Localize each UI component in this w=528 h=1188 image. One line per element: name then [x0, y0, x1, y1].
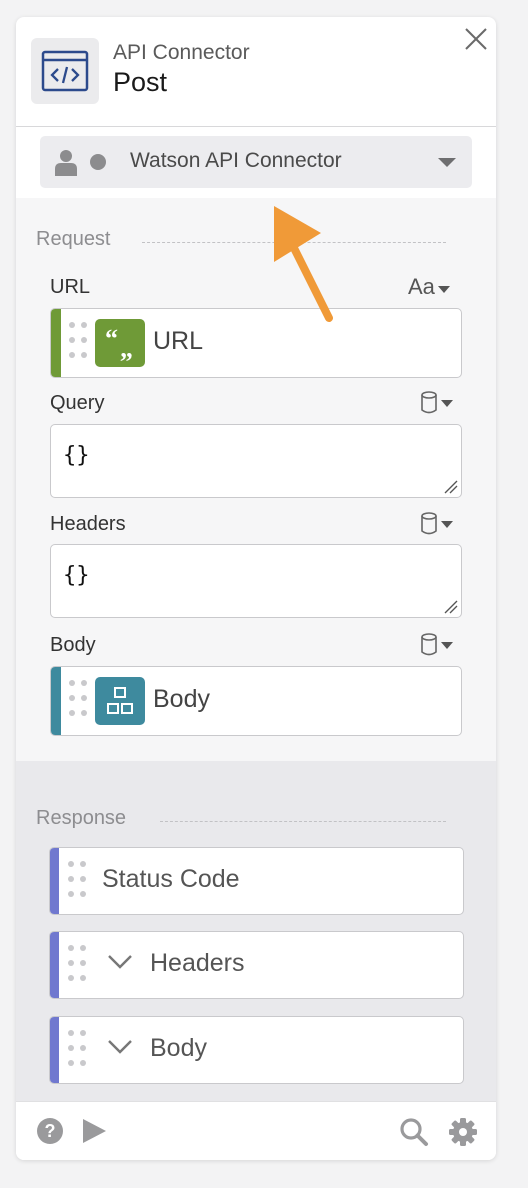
database-icon	[421, 391, 437, 414]
response-accent-bar	[50, 848, 59, 914]
headers-value: {}	[63, 563, 90, 588]
chevron-down-icon[interactable]	[106, 952, 134, 972]
response-accent-bar	[50, 1017, 59, 1083]
query-data-button[interactable]	[420, 391, 453, 415]
code-window-icon	[31, 38, 99, 104]
user-icon	[55, 150, 77, 176]
body-token-label: Body	[153, 685, 210, 713]
play-icon[interactable]	[80, 1117, 108, 1145]
body-data-button[interactable]	[420, 633, 453, 657]
caret-down-icon	[441, 399, 453, 407]
url-accent-bar	[51, 309, 61, 377]
drag-handle-icon[interactable]	[69, 322, 89, 364]
headers-label: Headers	[50, 513, 126, 535]
caret-down-icon	[441, 520, 453, 528]
chevron-down-icon	[438, 158, 456, 167]
headers-data-button[interactable]	[420, 512, 453, 536]
api-connector-panel: API Connector Post Watson API Connector …	[16, 17, 496, 1160]
resize-handle-icon[interactable]	[444, 480, 458, 494]
search-icon[interactable]	[399, 1117, 429, 1147]
text-format-button[interactable]: Aa	[408, 274, 450, 300]
response-accent-bar	[50, 932, 59, 998]
close-icon	[465, 28, 487, 50]
query-value: {}	[63, 443, 90, 468]
url-token-label: URL	[153, 327, 204, 355]
drag-handle-icon[interactable]	[68, 861, 88, 903]
help-icon[interactable]: ?	[36, 1117, 64, 1145]
caret-down-icon	[437, 286, 450, 294]
account-select[interactable]: Watson API Connector	[40, 136, 472, 188]
panel-footer: ?	[16, 1101, 496, 1160]
app-title: API Connector	[113, 41, 250, 64]
request-section-title: Request	[36, 228, 111, 250]
url-label: URL	[50, 276, 91, 298]
body-input[interactable]: Body	[50, 666, 462, 736]
response-item-label: Headers	[150, 949, 245, 977]
account-status-dot	[90, 154, 106, 170]
action-title: Post	[113, 67, 168, 97]
svg-text:“: “	[105, 324, 118, 353]
database-icon	[421, 633, 437, 656]
account-name: Watson API Connector	[130, 149, 342, 172]
panel-header: API Connector Post	[16, 17, 496, 127]
drag-handle-icon[interactable]	[69, 680, 89, 722]
svg-text:?: ?	[45, 1121, 56, 1141]
response-status-code[interactable]: Status Code	[49, 847, 464, 915]
chevron-down-icon[interactable]	[106, 1037, 134, 1057]
headers-editor[interactable]: {}	[50, 544, 462, 618]
response-item-label: Status Code	[102, 865, 240, 893]
svg-text:„: „	[120, 334, 133, 363]
account-area: Watson API Connector	[16, 128, 496, 198]
text-format-label: Aa	[408, 274, 435, 299]
request-section: Request URL Aa “ „ URL Query {} Headers …	[16, 198, 496, 761]
arrow-icon	[274, 206, 333, 322]
query-label: Query	[50, 392, 105, 414]
caret-down-icon	[441, 641, 453, 649]
text-quote-icon: “ „	[95, 319, 145, 367]
drag-handle-icon[interactable]	[68, 945, 88, 987]
response-headers[interactable]: Headers	[49, 931, 464, 999]
response-section: Response Status Code Headers Body	[16, 761, 496, 1101]
section-divider	[160, 821, 446, 822]
resize-handle-icon[interactable]	[444, 600, 458, 614]
response-item-label: Body	[150, 1034, 207, 1062]
body-label: Body	[50, 634, 96, 656]
body-accent-bar	[51, 667, 61, 735]
url-input[interactable]: “ „ URL	[50, 308, 462, 378]
object-grid-icon	[95, 677, 145, 725]
query-editor[interactable]: {}	[50, 424, 462, 498]
drag-handle-icon[interactable]	[68, 1030, 88, 1072]
database-icon	[421, 512, 437, 535]
close-button[interactable]	[462, 25, 490, 53]
response-body[interactable]: Body	[49, 1016, 464, 1084]
response-section-title: Response	[36, 807, 127, 829]
gear-icon[interactable]	[448, 1117, 478, 1147]
